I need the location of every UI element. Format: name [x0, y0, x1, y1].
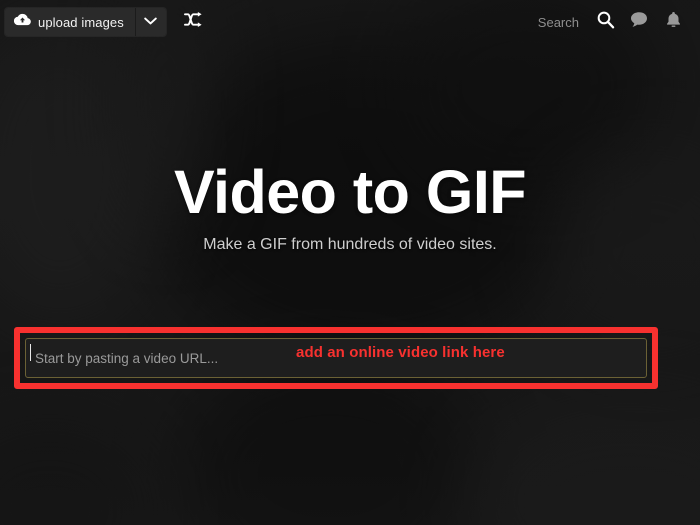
search-button[interactable] [588, 7, 622, 37]
messages-button[interactable] [622, 7, 656, 37]
cloud-upload-icon [13, 13, 31, 31]
bell-icon [665, 11, 682, 34]
hero-section: Video to GIF Make a GIF from hundreds of… [0, 158, 700, 254]
background-overlay [0, 0, 700, 525]
upload-options-dropdown[interactable] [134, 8, 166, 36]
hero-background-image [0, 0, 700, 525]
chat-bubble-icon [630, 11, 648, 33]
text-caret [30, 344, 31, 361]
search-icon [596, 10, 615, 34]
page-title: Video to GIF [173, 158, 527, 226]
top-navigation-bar: upload images Search [0, 0, 700, 44]
upload-images-button[interactable]: upload images [5, 8, 135, 36]
upload-images-label: upload images [38, 14, 124, 30]
page-subtitle: Make a GIF from hundreds of video sites. [203, 235, 497, 253]
topbar-right-group: Search [538, 7, 700, 37]
upload-images-group: upload images [5, 8, 166, 36]
shuffle-icon [184, 11, 203, 33]
search-label[interactable]: Search [538, 15, 579, 30]
chevron-down-icon [144, 13, 158, 31]
notifications-button[interactable] [656, 7, 690, 37]
annotation-label: add an online video link here [296, 344, 505, 361]
shuffle-button[interactable] [180, 8, 208, 36]
page-root: upload images Search Video to GIF Make a… [0, 0, 700, 525]
